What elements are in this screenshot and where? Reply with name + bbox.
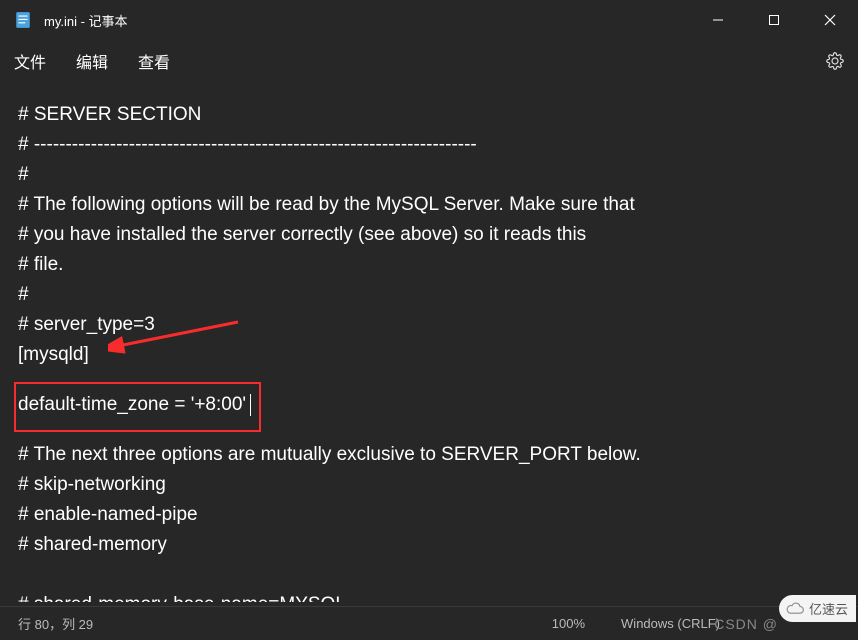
notepad-icon [14, 11, 32, 29]
text-line: # SERVER SECTION [18, 100, 840, 130]
window-title: my.ini - 记事本 [44, 11, 690, 30]
highlighted-text: default-time_zone = '+8:00' [18, 394, 246, 415]
titlebar: my.ini - 记事本 [0, 0, 858, 40]
menubar: 文件 编辑 查看 [0, 40, 858, 82]
gear-icon [826, 52, 844, 70]
watermark-text: 亿速云 [809, 599, 848, 618]
text-line: # shared-memory-base-name=MYSQL [18, 590, 840, 602]
text-line: # you have installed the server correctl… [18, 220, 840, 250]
watermark-badge: 亿速云 [779, 595, 856, 622]
settings-button[interactable] [812, 40, 858, 82]
menu-edit[interactable]: 编辑 [76, 49, 108, 73]
text-line: # The following options will be read by … [18, 190, 840, 220]
text-line: [mysqld] [18, 340, 840, 370]
window-controls [690, 0, 858, 40]
text-line: # --------------------------------------… [18, 130, 840, 160]
maximize-button[interactable] [746, 0, 802, 40]
status-zoom: 100% [534, 616, 603, 631]
close-button[interactable] [802, 0, 858, 40]
text-line: # [18, 280, 840, 310]
text-line: # server_type=3 [18, 310, 840, 340]
highlighted-line-box: default-time_zone = '+8:00' [14, 382, 261, 432]
csdn-watermark: CSDN @ [714, 616, 778, 632]
menu-file[interactable]: 文件 [14, 49, 46, 73]
text-line [18, 86, 840, 100]
status-position: 行 80，列 29 [0, 614, 111, 633]
menu-view[interactable]: 查看 [138, 49, 170, 73]
text-line: # The next three options are mutually ex… [18, 440, 840, 470]
text-line: # enable-named-pipe [18, 500, 840, 530]
text-cursor [250, 394, 251, 416]
minimize-button[interactable] [690, 0, 746, 40]
text-line: # shared-memory [18, 530, 840, 560]
editor-content[interactable]: # SERVER SECTION # ---------------------… [0, 82, 858, 602]
text-line: # [18, 160, 840, 190]
text-line: # skip-networking [18, 470, 840, 500]
text-line: # file. [18, 250, 840, 280]
cloud-icon [785, 602, 805, 616]
